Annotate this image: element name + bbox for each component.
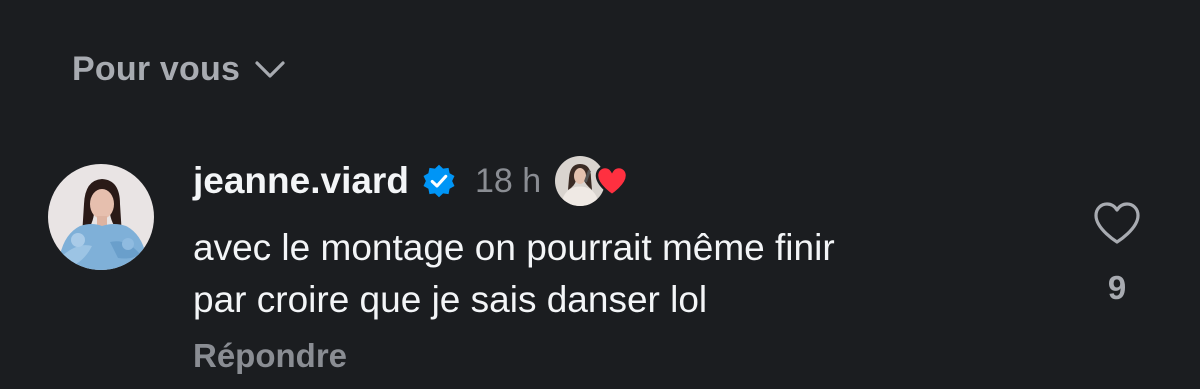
verified-badge-icon [421,163,457,199]
sort-label: Pour vous [72,50,241,88]
liked-by-creator [555,155,633,207]
sort-dropdown[interactable]: Pour vous [72,50,286,89]
comments-panel: Pour vous jeanne.viard 18 h avec le mont… [0,0,1200,389]
avatar[interactable] [48,164,154,270]
timestamp: 18 h [474,161,542,200]
red-heart-icon [595,165,629,202]
comment-header: jeanne.viard 18 h [193,153,633,209]
chevron-down-icon [254,60,286,80]
reply-button[interactable]: Répondre [193,337,347,375]
heart-outline-icon[interactable] [1092,200,1142,251]
like-area: 9 [1088,200,1146,307]
comment-text: avec le montage on pourrait même finir p… [193,227,835,320]
like-count: 9 [1107,269,1127,306]
username[interactable]: jeanne.viard [193,160,409,202]
